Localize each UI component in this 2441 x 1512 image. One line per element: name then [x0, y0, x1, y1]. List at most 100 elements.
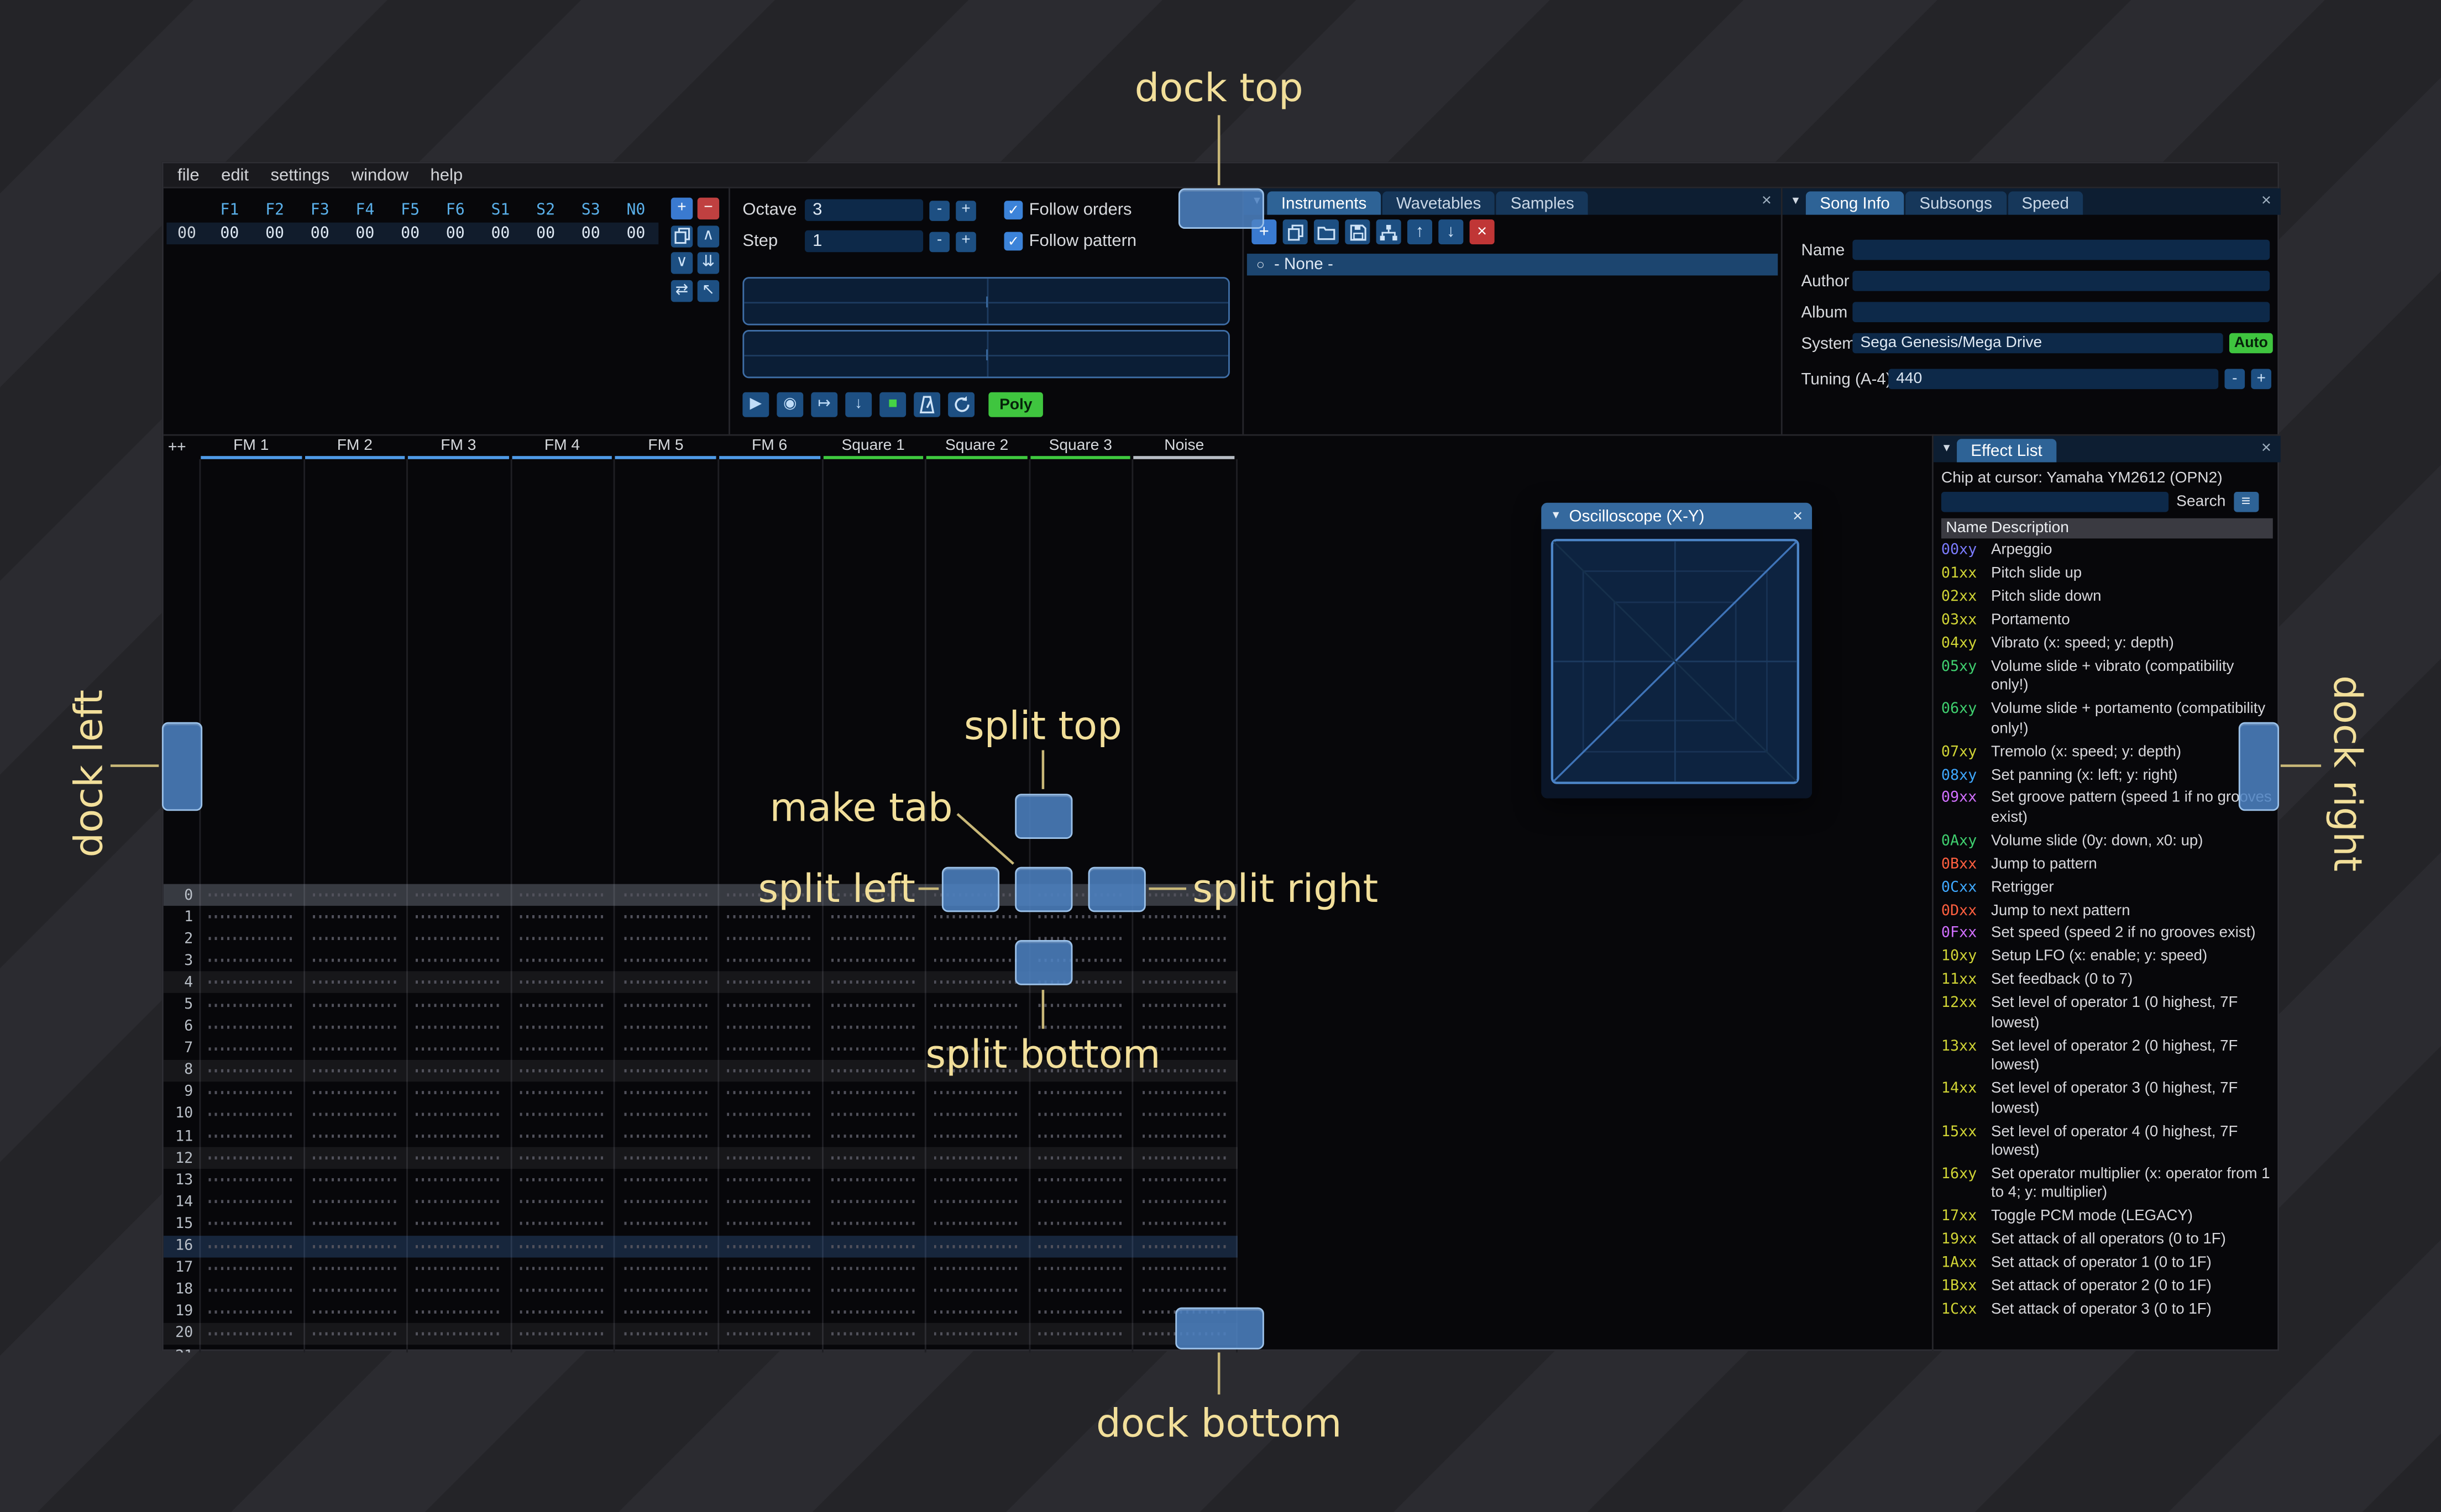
pattern-cell[interactable]	[717, 1200, 821, 1204]
instrument-toggle-folders-button[interactable]	[1376, 219, 1401, 245]
effect-search-input[interactable]	[1941, 491, 2169, 512]
pattern-cell[interactable]	[1132, 1200, 1236, 1204]
pattern-cell[interactable]	[510, 1090, 614, 1094]
auto-system-button[interactable]: Auto	[2229, 333, 2273, 354]
pattern-cell[interactable]	[199, 1025, 303, 1028]
pattern-cell[interactable]	[303, 1310, 407, 1314]
pattern-cell[interactable]	[1132, 1222, 1236, 1226]
effect-row-1axx[interactable]: 1Axx Set attack of operator 1 (0 to 1F)	[1941, 1253, 2273, 1276]
channel-header-fm-3[interactable]: FM 3	[407, 437, 511, 459]
pattern-cell[interactable]	[717, 1244, 821, 1248]
pattern-cell[interactable]	[821, 1090, 925, 1094]
pattern-cell[interactable]	[407, 1025, 511, 1028]
effect-row-17xx[interactable]: 17xx Toggle PCM mode (LEGACY)	[1941, 1206, 2273, 1230]
pattern-cell[interactable]	[717, 1047, 821, 1051]
pattern-cell[interactable]	[925, 1090, 1029, 1094]
pattern-row-3[interactable]: 3	[164, 950, 1238, 972]
collapse-triangle-icon[interactable]: ▼	[1790, 196, 1801, 207]
pattern-cell[interactable]	[1132, 1112, 1236, 1116]
pattern-row-16[interactable]: 16	[163, 1235, 1238, 1257]
pattern-cell[interactable]	[1132, 959, 1236, 963]
channel-header-square-1[interactable]: Square 1	[821, 437, 925, 459]
menu-settings[interactable]: settings	[271, 166, 330, 185]
pattern-cell[interactable]	[407, 893, 511, 897]
step-decrease-button[interactable]: -	[929, 231, 950, 251]
pattern-cell[interactable]	[510, 1178, 614, 1182]
pattern-cell[interactable]	[925, 1025, 1029, 1028]
pattern-cell[interactable]	[614, 1112, 718, 1116]
pattern-cell[interactable]	[1132, 1266, 1236, 1270]
pattern-row-13[interactable]: 13	[164, 1169, 1238, 1191]
pattern-cell[interactable]	[510, 959, 614, 963]
effect-row-09xx[interactable]: 09xx Set groove pattern (speed 1 if no gr…	[1941, 788, 2273, 831]
pattern-cell[interactable]	[821, 1310, 925, 1314]
transport-play-button[interactable]: ▶	[742, 392, 769, 417]
orders-value-n0[interactable]: 00	[614, 225, 659, 242]
pattern-cell[interactable]	[407, 1178, 511, 1182]
pattern-cell[interactable]	[1029, 1090, 1133, 1094]
pattern-cell[interactable]	[510, 1047, 614, 1051]
tab-song-info[interactable]: Song Info	[1805, 191, 1904, 215]
pattern-cell[interactable]	[614, 1003, 718, 1006]
pattern-cell[interactable]	[821, 1069, 925, 1072]
pattern-cell[interactable]	[510, 893, 614, 897]
pattern-cell[interactable]	[614, 1200, 718, 1204]
pattern-cell[interactable]	[1029, 1222, 1133, 1226]
split-bottom-target[interactable]	[1015, 940, 1073, 985]
effect-row-01xx[interactable]: 01xx Pitch slide up	[1941, 563, 2273, 586]
close-icon[interactable]: ×	[2261, 191, 2271, 210]
oscilloscope-xy-window[interactable]: ▼ Oscilloscope (X-Y) ×	[1541, 502, 1813, 799]
pattern-cell[interactable]	[1029, 1135, 1133, 1138]
pattern-cell[interactable]	[303, 1090, 407, 1094]
pattern-cell[interactable]	[510, 981, 614, 985]
pattern-cell[interactable]	[199, 959, 303, 963]
pattern-row-11[interactable]: 11	[164, 1125, 1238, 1147]
instrument-move-up-button[interactable]: ↑	[1407, 219, 1432, 245]
pattern-cell[interactable]	[303, 959, 407, 963]
effect-row-16xy[interactable]: 16xy Set operator multiplier (x: operator…	[1941, 1164, 2273, 1206]
pattern-cell[interactable]	[821, 1025, 925, 1028]
pattern-cell[interactable]	[407, 1222, 511, 1226]
pattern-cell[interactable]	[407, 937, 511, 941]
pattern-cell[interactable]	[925, 1156, 1029, 1160]
pattern-cell[interactable]	[510, 1222, 614, 1226]
pattern-cell[interactable]	[303, 1244, 407, 1248]
pattern-cell[interactable]	[821, 1003, 925, 1006]
instrument-list-item[interactable]: ○ - None -	[1246, 254, 1778, 276]
effect-row-13xx[interactable]: 13xx Set level of operator 2 (0 highest, …	[1941, 1036, 2273, 1078]
pattern-cell[interactable]	[614, 1047, 718, 1051]
pattern-cell[interactable]	[510, 915, 614, 919]
menu-file[interactable]: file	[177, 166, 200, 185]
pattern-cell[interactable]	[199, 1090, 303, 1094]
pattern-cell[interactable]	[510, 1244, 614, 1248]
pattern-cell[interactable]	[407, 1090, 511, 1094]
pattern-cell[interactable]	[1029, 1244, 1133, 1248]
channel-header-fm-1[interactable]: FM 1	[199, 437, 303, 459]
channel-header-square-2[interactable]: Square 2	[925, 437, 1029, 459]
follow-pattern-checkbox[interactable]: ✓	[1004, 232, 1023, 251]
transport-metronome-button[interactable]	[914, 392, 941, 417]
pattern-cell[interactable]	[614, 1222, 718, 1226]
effect-row-19xx[interactable]: 19xx Set attack of all operators (0 to 1F…	[1941, 1230, 2273, 1253]
effect-row-0cxx[interactable]: 0Cxx Retrigger	[1941, 877, 2273, 900]
pattern-cell[interactable]	[925, 1178, 1029, 1182]
pattern-cell[interactable]	[303, 1222, 407, 1226]
pattern-cell[interactable]	[1029, 1112, 1133, 1116]
effect-row-04xy[interactable]: 04xy Vibrato (x: speed; y: depth)	[1941, 633, 2273, 656]
orders-value-s3[interactable]: 00	[568, 225, 614, 242]
orders-duplicate-button[interactable]	[671, 224, 693, 247]
pattern-row-12[interactable]: 12	[163, 1147, 1238, 1169]
pattern-cell[interactable]	[303, 1266, 407, 1270]
effect-list-menu-button[interactable]: ≡	[2233, 491, 2259, 512]
pattern-cell[interactable]	[199, 1069, 303, 1072]
transport-stop-button[interactable]: ■	[879, 392, 907, 417]
pattern-cell[interactable]	[199, 1156, 303, 1160]
pattern-cell[interactable]	[925, 959, 1029, 963]
name-input[interactable]	[1852, 239, 2270, 260]
orders-change-all-button[interactable]: ⇄	[671, 279, 693, 301]
pattern-cell[interactable]	[717, 1156, 821, 1160]
pattern-cell[interactable]	[821, 1156, 925, 1160]
pattern-cell[interactable]	[717, 1332, 821, 1336]
pattern-cell[interactable]	[407, 1310, 511, 1314]
effect-row-0fxx[interactable]: 0Fxx Set speed (speed 2 if no grooves exi…	[1941, 923, 2273, 947]
